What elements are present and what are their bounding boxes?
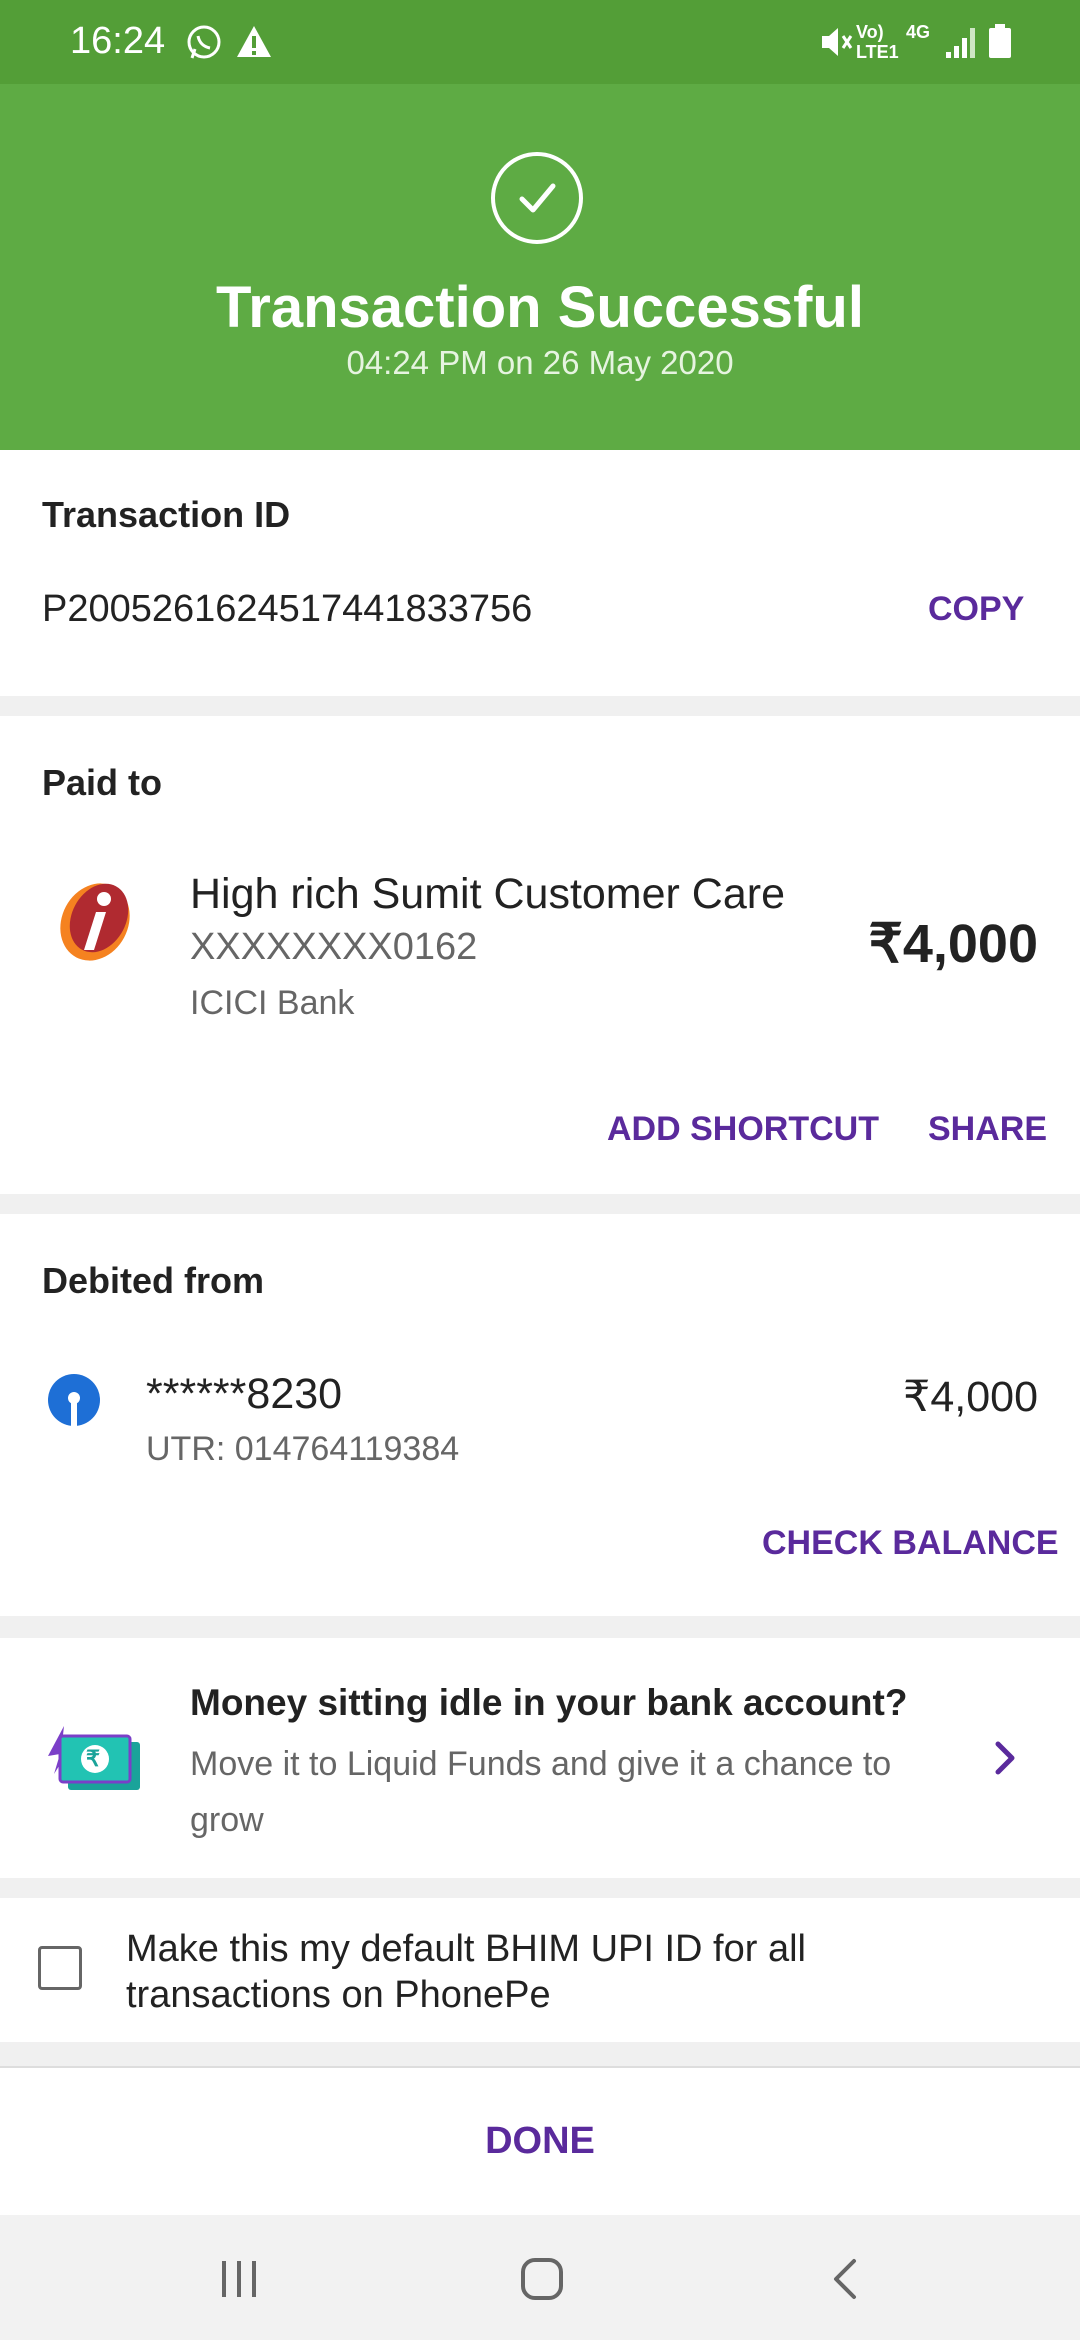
default-upi-checkbox[interactable] — [38, 1946, 82, 1990]
back-icon[interactable] — [826, 2255, 866, 2303]
network-type: 4G — [906, 22, 931, 42]
page-title: Transaction Successful — [216, 275, 864, 340]
icici-bank-logo-icon — [60, 883, 130, 961]
promo-body: Move it to Liquid Funds and give it a ch… — [190, 1745, 892, 1839]
whatsapp-icon — [187, 25, 221, 59]
paid-to-card: Paid to High rich Sumit Customer Care XX… — [0, 716, 1080, 1194]
home-icon[interactable] — [518, 2255, 566, 2303]
transaction-id-label: Transaction ID — [42, 494, 291, 535]
network-label: Vo) LTE1 — [856, 22, 899, 62]
debit-account: ******8230 — [146, 1370, 343, 1418]
add-shortcut-button[interactable]: ADD SHORTCUT — [607, 1110, 879, 1149]
done-button[interactable]: DONE — [0, 2120, 1080, 2163]
copy-button[interactable]: COPY — [928, 590, 1024, 629]
recent-apps-icon[interactable] — [216, 2257, 262, 2301]
transaction-id-card: Transaction ID P2005261624517441833756 C… — [0, 450, 1080, 696]
promo-title: Money sitting idle in your bank account? — [190, 1682, 908, 1723]
debit-amount: ₹4,000 — [903, 1373, 1038, 1421]
status-bar: 16:24 Vo) LTE1 4G — [0, 0, 1080, 84]
warning-icon — [237, 26, 271, 57]
payee-account: XXXXXXXX0162 — [190, 926, 478, 968]
transaction-id-value: P2005261624517441833756 — [42, 588, 533, 630]
paid-to-label: Paid to — [42, 762, 163, 803]
sbi-bank-logo-icon — [48, 1374, 100, 1428]
done-bar: DONE — [0, 2066, 1080, 2217]
liquid-funds-promo[interactable]: ₹ Money sitting idle in your bank accoun… — [0, 1638, 1080, 1878]
paid-amount: ₹4,000 — [868, 914, 1039, 974]
rupee-symbol: ₹ — [86, 1746, 100, 1771]
system-nav-bar — [0, 2215, 1080, 2340]
debited-from-card: Debited from ******8230 UTR: 01476411938… — [0, 1214, 1080, 1616]
check-balance-button[interactable]: CHECK BALANCE — [762, 1524, 1059, 1563]
mute-icon — [822, 28, 853, 56]
utr-number: UTR: 014764119384 — [146, 1430, 460, 1468]
share-button[interactable]: SHARE — [928, 1110, 1047, 1149]
signal-icon — [946, 28, 975, 58]
debited-from-label: Debited from — [42, 1260, 265, 1301]
default-upi-row[interactable]: Make this my default BHIM UPI ID for all… — [0, 1898, 1080, 2042]
payee-name: High rich Sumit Customer Care — [190, 870, 786, 918]
payee-bank: ICICI Bank — [190, 984, 355, 1022]
transaction-datetime: 04:24 PM on 26 May 2020 — [346, 344, 734, 381]
status-time: 16:24 — [70, 20, 166, 62]
chevron-right-icon[interactable] — [990, 1738, 1020, 1778]
success-header: Transaction Successful 04:24 PM on 26 Ma… — [0, 84, 1080, 450]
success-check-icon — [491, 152, 583, 244]
battery-icon — [989, 24, 1011, 58]
default-upi-text: Make this my default BHIM UPI ID for all… — [126, 1928, 806, 2016]
